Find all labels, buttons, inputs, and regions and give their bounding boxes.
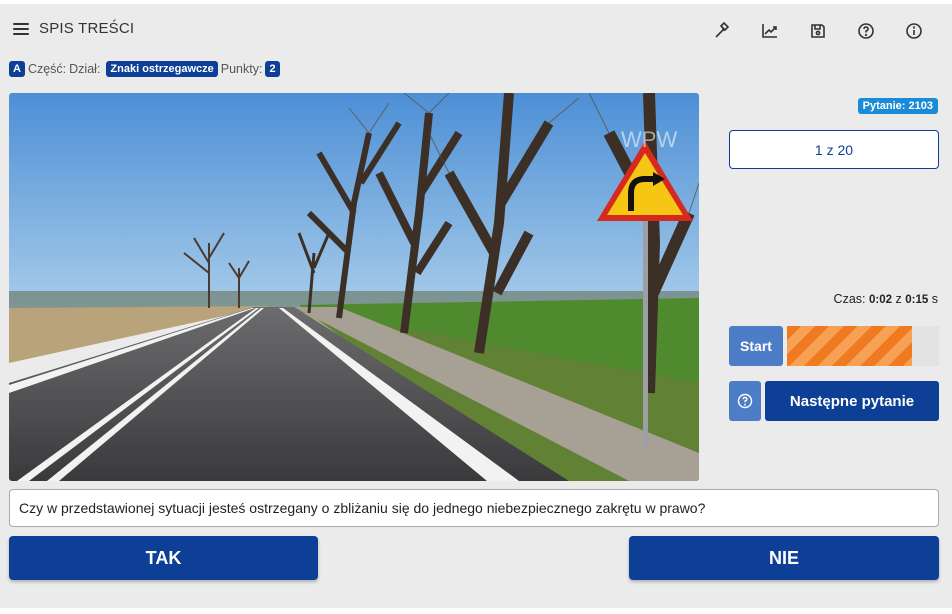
part-label: Część:	[27, 62, 67, 76]
timer-progress-bar	[787, 326, 939, 366]
timer-label: Czas:	[833, 292, 866, 306]
page-title[interactable]: SPIS TREŚCI	[39, 20, 134, 37]
toolbar	[698, 19, 938, 43]
question-text: Czy w przedstawionej sytuacji jesteś ost…	[19, 500, 706, 516]
timer-progress-fill	[787, 326, 912, 366]
info-icon[interactable]	[890, 19, 938, 43]
answer-yes-button[interactable]: TAK	[9, 536, 318, 580]
question-id-badge: Pytanie: 2103	[857, 98, 938, 114]
hammer-icon[interactable]	[698, 19, 746, 43]
section-label: Dział:	[69, 62, 101, 76]
question-text-box: Czy w przedstawionej sytuacji jesteś ost…	[9, 489, 939, 527]
help-circle-icon[interactable]	[842, 19, 890, 43]
help-circle-icon	[737, 393, 753, 409]
question-counter: 1 z 20	[729, 130, 939, 169]
quiz-page: SPIS TREŚCI A Część: Dział: Znaki ostrze…	[0, 4, 952, 608]
chart-trend-icon[interactable]	[746, 19, 794, 43]
section-badge: Znaki ostrzegawcze	[106, 61, 218, 77]
points-label: Punkty:	[220, 62, 263, 76]
question-help-button[interactable]	[729, 381, 761, 421]
hamburger-menu-icon[interactable]	[13, 20, 29, 36]
category-badge: A	[9, 61, 25, 77]
question-meta: A Część: Dział: Znaki ostrzegawcze Punkt…	[9, 60, 280, 78]
start-button[interactable]: Start	[729, 326, 783, 366]
question-image: WPW	[9, 93, 699, 481]
floppy-disk-icon[interactable]	[794, 19, 842, 43]
time-total: 0:15	[905, 294, 929, 306]
timer-unit: s	[931, 292, 938, 306]
watermark-text: WPW	[621, 127, 677, 152]
next-question-button[interactable]: Następne pytanie	[765, 381, 939, 421]
points-badge: 2	[265, 61, 280, 77]
timer-of: z	[895, 292, 902, 306]
time-elapsed: 0:02	[868, 294, 893, 306]
answer-no-button[interactable]: NIE	[629, 536, 939, 580]
timer: Czas: 0:02 z 0:15 s	[834, 292, 938, 306]
top-bar: SPIS TREŚCI	[0, 4, 952, 56]
